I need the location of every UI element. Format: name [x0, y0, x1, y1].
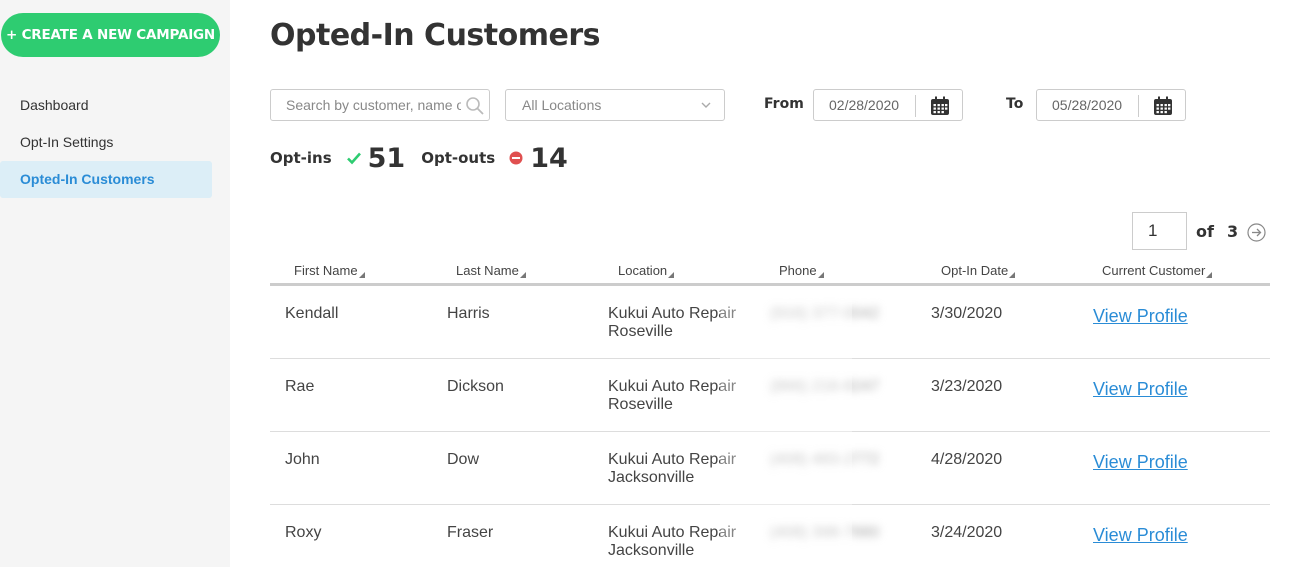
to-date-value: 05/28/2020 [1052, 97, 1123, 113]
cell-first-name: Rae [285, 378, 315, 395]
cell-last-name: Harris [447, 305, 490, 322]
optouts-label: Opt-outs [421, 149, 496, 167]
column-header-first-name[interactable]: First Name [294, 263, 365, 278]
cell-phone: (408) 398-7880 [770, 524, 880, 541]
cell-location: Kukui Auto Repair Jacksonville [608, 451, 737, 486]
view-profile-link[interactable]: View Profile [1093, 452, 1188, 473]
table-row: Kendall Harris Kukui Auto Repair Rosevill… [270, 286, 1270, 359]
page-number-input[interactable]: 1 [1132, 212, 1187, 250]
table-row: Rae Dickson Kukui Auto Repair Roseville (… [270, 359, 1270, 432]
column-header-current-customer[interactable]: Current Customer [1102, 263, 1213, 278]
minus-circle-icon [509, 151, 523, 165]
next-page-icon[interactable] [1247, 223, 1266, 242]
optouts-count: 14 [530, 142, 568, 174]
from-date-value: 02/28/2020 [829, 97, 900, 113]
cell-first-name: Roxy [285, 524, 322, 541]
column-header-phone[interactable]: Phone [779, 263, 824, 278]
calendar-icon[interactable] [929, 95, 951, 117]
cell-location: Kukui Auto Repair Jacksonville [608, 524, 737, 559]
pager-of-label: of [1196, 222, 1214, 241]
sidebar-item-dashboard[interactable]: Dashboard [0, 87, 212, 124]
calendar-icon[interactable] [1152, 95, 1174, 117]
location-select[interactable]: All Locations [505, 89, 725, 121]
cell-last-name: Dow [447, 451, 480, 468]
cell-location: Kukui Auto Repair Roseville [608, 305, 737, 340]
pager-total: 3 [1227, 222, 1239, 241]
cell-phone: (916) 377-0042 [770, 305, 880, 322]
cell-opt-in-date: 3/30/2020 [931, 305, 1003, 322]
view-profile-link[interactable]: View Profile [1093, 379, 1188, 400]
location-select-value: All Locations [522, 97, 602, 113]
optins-label: Opt-ins [270, 149, 332, 167]
check-icon [346, 152, 361, 165]
view-profile-link[interactable]: View Profile [1093, 306, 1188, 327]
cell-last-name: Fraser [447, 524, 494, 541]
cell-opt-in-date: 3/24/2020 [931, 524, 1003, 541]
sidebar-item-opted-in-customers[interactable]: Opted-In Customers [0, 161, 212, 198]
create-campaign-button[interactable]: + CREATE A NEW CAMPAIGN [1, 13, 220, 57]
sort-icon [519, 272, 526, 278]
sort-icon [817, 272, 824, 278]
column-header-opt-in-date[interactable]: Opt-In Date [941, 263, 1016, 278]
sort-icon [358, 272, 365, 278]
customers-table: First Name Last Name Location Phone Opt-… [270, 257, 1270, 567]
sort-icon [1009, 272, 1016, 278]
main-content: Opted-In Customers All Locations From 02… [230, 0, 1307, 567]
search-input[interactable] [271, 90, 461, 120]
optin-stats: Opt-ins 51 Opt-outs 14 [270, 140, 584, 176]
column-header-location[interactable]: Location [618, 263, 675, 278]
sidebar: + CREATE A NEW CAMPAIGN Dashboard Opt-In… [0, 0, 230, 567]
cell-location: Kukui Auto Repair Roseville [608, 378, 737, 413]
cell-first-name: John [285, 451, 320, 468]
chevron-down-icon [701, 102, 711, 108]
table-row: John Dow Kukui Auto Repair Jacksonville (… [270, 432, 1270, 505]
to-date-divider [1138, 95, 1139, 117]
optins-count: 51 [367, 142, 406, 174]
sidebar-nav: Dashboard Opt-In Settings Opted-In Custo… [0, 87, 230, 198]
to-date-picker[interactable]: 05/28/2020 [1036, 89, 1186, 121]
table-header: First Name Last Name Location Phone Opt-… [270, 257, 1270, 286]
from-date-divider [915, 95, 916, 117]
from-label: From [764, 96, 804, 112]
sidebar-item-opt-in-settings[interactable]: Opt-In Settings [0, 124, 212, 161]
search-icon[interactable] [465, 96, 485, 116]
cell-phone: (866) 216-8247 [770, 378, 880, 395]
view-profile-link[interactable]: View Profile [1093, 525, 1188, 546]
column-header-last-name[interactable]: Last Name [456, 263, 526, 278]
cell-opt-in-date: 3/23/2020 [931, 378, 1003, 395]
cell-opt-in-date: 4/28/2020 [931, 451, 1003, 468]
cell-phone: (408) 483-2772 [770, 451, 880, 468]
cell-last-name: Dickson [447, 378, 504, 395]
sort-icon [1206, 272, 1213, 278]
search-box [270, 89, 490, 121]
from-date-picker[interactable]: 02/28/2020 [813, 89, 963, 121]
cell-first-name: Kendall [285, 305, 339, 322]
sort-icon [668, 272, 675, 278]
table-row: Roxy Fraser Kukui Auto Repair Jacksonvill… [270, 505, 1270, 567]
page-title: Opted-In Customers [270, 18, 601, 53]
to-label: To [1006, 96, 1024, 112]
